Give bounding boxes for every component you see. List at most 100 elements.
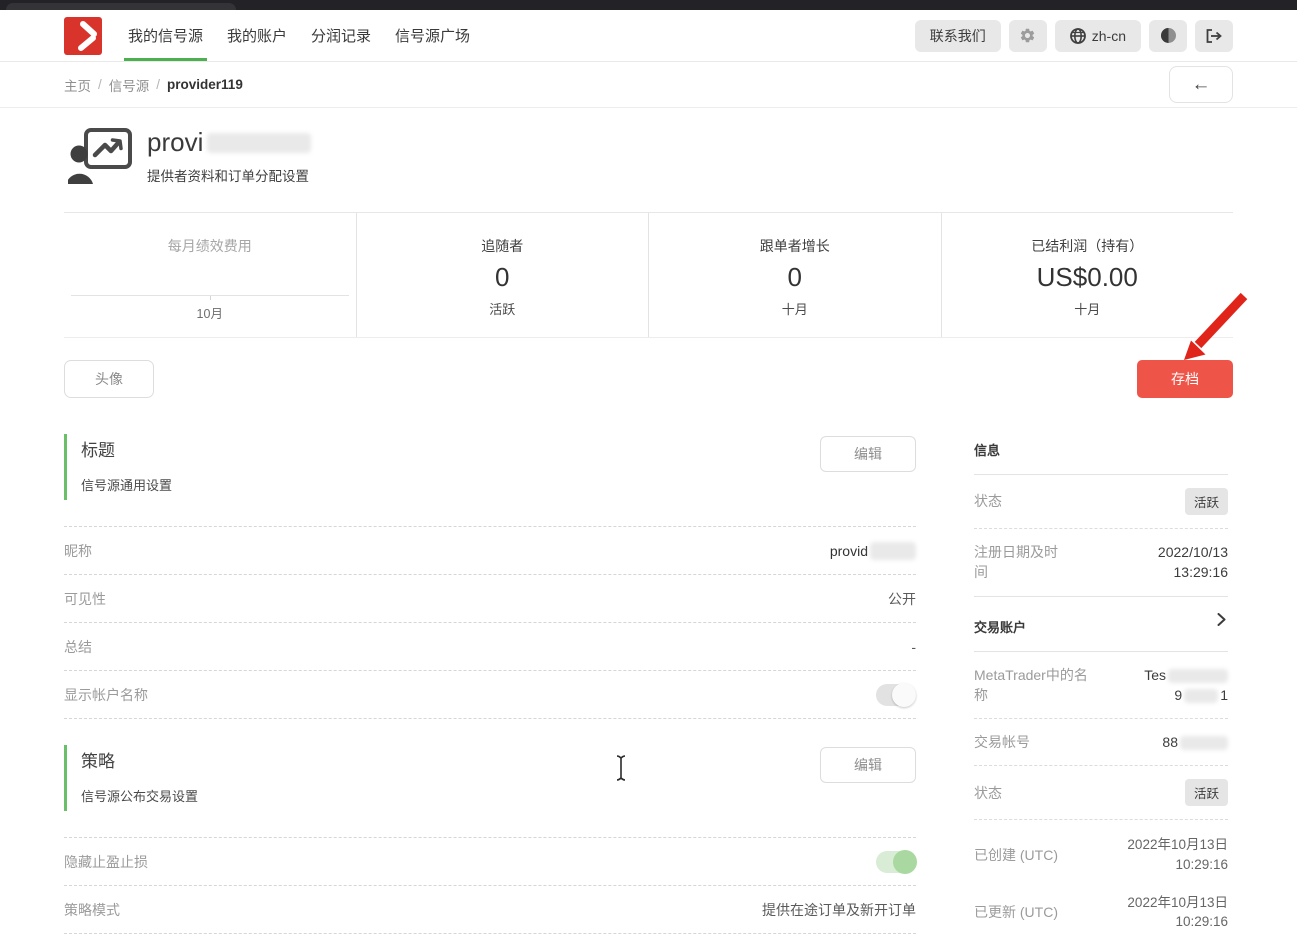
browser-chrome-bar	[0, 0, 1297, 10]
nav-tabs: 我的信号源 我的账户 分润记录 信号源广场	[116, 10, 482, 61]
sidebar-row-created: 已创建 (UTC) 2022年10月13日 10:29:16	[974, 826, 1228, 883]
side-label: 状态	[974, 783, 1002, 803]
info-sidebar: 信息 状态 活跃 注册日期及时间 2022/10/13 13:29:16 交易账…	[974, 434, 1228, 941]
settings-button[interactable]	[1009, 20, 1047, 52]
side-label: 已更新 (UTC)	[974, 902, 1058, 922]
page-subtitle: 提供者资料和订单分配设置	[147, 165, 311, 185]
stat-value: 0	[495, 263, 509, 292]
section-heading: 策略	[81, 747, 916, 772]
navbar-actions: 联系我们 zh-cn	[915, 20, 1233, 52]
section-title-header: 标题 信号源通用设置 编辑	[64, 434, 916, 500]
accounts-heading[interactable]: 交易账户	[974, 611, 1228, 652]
back-button[interactable]: ←	[1169, 66, 1233, 103]
stat-card-followers: 追随者 0 活跃	[357, 213, 650, 337]
tab-my-signals[interactable]: 我的信号源	[116, 10, 215, 61]
gear-icon	[1019, 27, 1036, 44]
language-button[interactable]: zh-cn	[1055, 20, 1141, 52]
avatar-button[interactable]: 头像	[64, 360, 154, 398]
registration-datetime: 2022/10/13 13:29:16	[1158, 542, 1228, 583]
stat-title: 追随者	[481, 236, 523, 256]
setting-row-hide-sl-tp: 隐藏止盈止损	[64, 838, 916, 886]
side-label: 已创建 (UTC)	[974, 845, 1058, 865]
setting-row-strategy-mode: 策略模式 提供在途订单及新开订单	[64, 886, 916, 934]
stat-card-follower-growth: 跟单者增长 0 十月	[649, 213, 942, 337]
chevron-right-icon	[1217, 613, 1226, 626]
setting-label: 总结	[64, 637, 92, 657]
sidebar-row-updated: 已更新 (UTC) 2022年10月13日 10:29:16	[974, 884, 1228, 941]
account-number-value: 88	[1162, 732, 1228, 752]
created-datetime: 2022年10月13日 10:29:16	[1127, 835, 1228, 874]
mini-chart-axis-label: 10月	[197, 303, 223, 322]
toggle-knob	[893, 850, 917, 874]
account-status-badge: 活跃	[1185, 779, 1228, 806]
setting-value: provid	[830, 542, 916, 560]
setting-row-nickname: 昵称 provid	[64, 527, 916, 575]
stats-row: 每月绩效费用 10月 追随者 0 活跃 跟单者增长 0 十月 已结利润（持有） …	[64, 213, 1233, 338]
stat-value: 0	[788, 263, 802, 292]
mini-chart-axis	[71, 295, 349, 296]
breadcrumb-signals[interactable]: 信号源	[109, 75, 150, 95]
redacted-nickname	[870, 542, 916, 560]
show-account-name-toggle[interactable]	[876, 684, 916, 706]
redacted-mt-name	[1168, 669, 1228, 683]
breadcrumb-home[interactable]: 主页	[64, 75, 91, 95]
setting-label: 显示帐户名称	[64, 685, 148, 705]
actions-row: 头像 存档	[64, 360, 1233, 398]
back-arrow-icon: ←	[1192, 74, 1211, 96]
section-subheading: 信号源通用设置	[81, 475, 916, 494]
sidebar-row-mt-name: MetaTrader中的名称 Tes 91	[974, 652, 1228, 720]
setting-label: 可见性	[64, 589, 106, 609]
stat-value: US$0.00	[1037, 263, 1138, 292]
section-heading: 标题	[81, 436, 916, 461]
archive-button[interactable]: 存档	[1137, 360, 1233, 398]
stat-card-monthly-fee: 每月绩效费用 10月	[64, 213, 357, 337]
tab-my-account[interactable]: 我的账户	[215, 10, 299, 61]
status-badge: 活跃	[1185, 488, 1228, 515]
setting-value: -	[911, 639, 916, 655]
setting-label: 策略模式	[64, 900, 120, 920]
contact-us-button[interactable]: 联系我们	[915, 20, 1001, 52]
setting-row-summary: 总结 -	[64, 623, 916, 671]
mt-name-value: Tes 91	[1144, 665, 1228, 706]
setting-label: 昵称	[64, 541, 92, 561]
edit-strategy-button[interactable]: 编辑	[820, 747, 916, 783]
redacted-account-number	[1180, 736, 1228, 750]
setting-value: 提供在途订单及新开订单	[762, 900, 916, 920]
side-label: 状态	[974, 491, 1002, 511]
stat-sub: 十月	[782, 299, 808, 318]
side-label: 交易帐号	[974, 732, 1030, 752]
navbar: 我的信号源 我的账户 分润记录 信号源广场 联系我们 zh-cn	[0, 10, 1297, 62]
stat-title: 跟单者增长	[760, 236, 830, 256]
contrast-icon	[1160, 27, 1177, 44]
provider-avatar-icon	[68, 128, 132, 184]
stat-sub: 活跃	[489, 299, 515, 318]
breadcrumb-current: provider119	[167, 77, 243, 92]
stat-card-settled-profit: 已结利润（持有） US$0.00 十月	[942, 213, 1234, 337]
redacted-title	[207, 133, 311, 153]
setting-value: 公开	[888, 589, 916, 609]
strategy-settings-list: 隐藏止盈止损 策略模式 提供在途订单及新开订单	[64, 837, 916, 934]
tab-signal-market[interactable]: 信号源广场	[383, 10, 482, 61]
title-settings-list: 昵称 provid 可见性 公开 总结 - 显示帐户名称	[64, 526, 916, 719]
section-subheading: 信号源公布交易设置	[81, 786, 916, 805]
updated-datetime: 2022年10月13日 10:29:16	[1127, 893, 1228, 932]
theme-toggle-button[interactable]	[1149, 20, 1187, 52]
sidebar-row-account-status: 状态 活跃	[974, 766, 1228, 820]
page-title: provi	[147, 127, 311, 158]
sidebar-row-status: 状态 活跃	[974, 475, 1228, 529]
stat-title: 已结利润（持有）	[1031, 236, 1143, 256]
logout-button[interactable]	[1195, 20, 1233, 52]
side-label: 注册日期及时间	[974, 542, 1062, 583]
tab-profit-sharing[interactable]: 分润记录	[299, 10, 383, 61]
setting-row-visibility: 可见性 公开	[64, 575, 916, 623]
breadcrumb-separator: /	[156, 77, 160, 92]
hide-sl-tp-toggle[interactable]	[876, 851, 916, 873]
breadcrumb-separator: /	[98, 77, 102, 92]
edit-title-button[interactable]: 编辑	[820, 436, 916, 472]
app-logo-icon[interactable]	[64, 17, 102, 55]
info-heading: 信息	[974, 434, 1228, 475]
setting-row-show-account-name: 显示帐户名称	[64, 671, 916, 719]
setting-label: 隐藏止盈止损	[64, 852, 148, 872]
side-label: MetaTrader中的名称	[974, 665, 1098, 706]
browser-tab-edge	[6, 3, 236, 10]
